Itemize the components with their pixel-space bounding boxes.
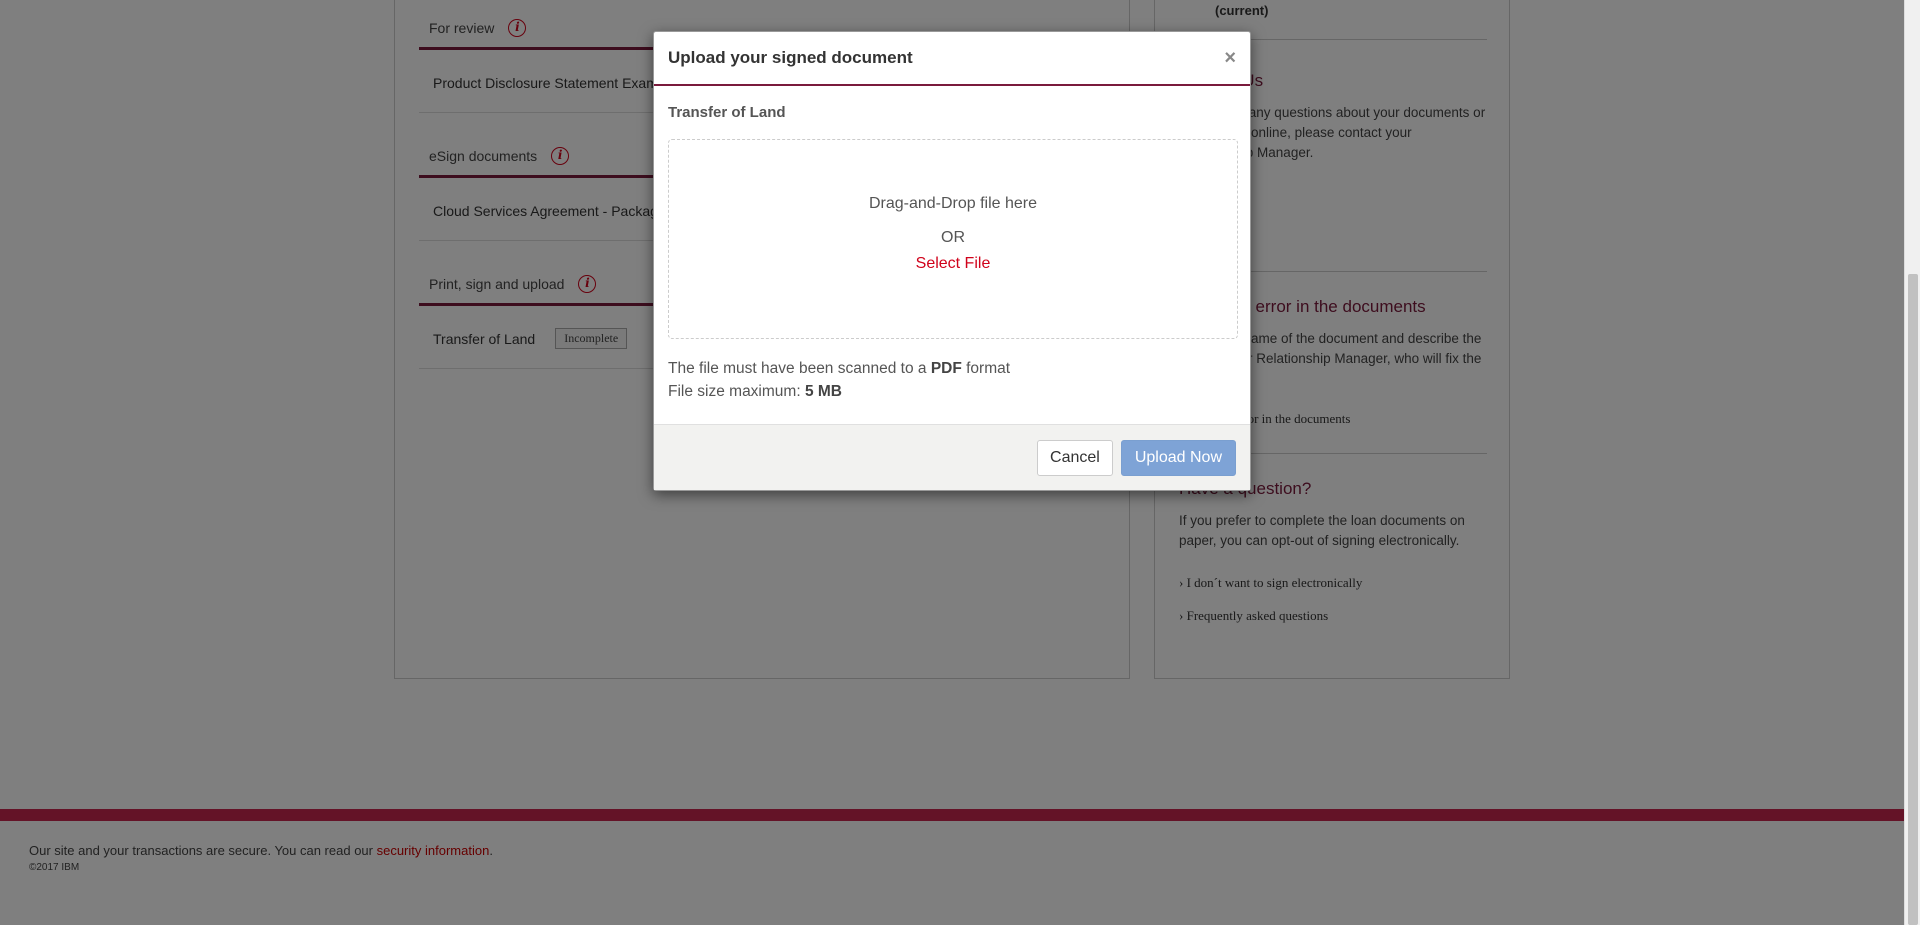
format-hint-text: The file must have been scanned to a	[668, 360, 931, 377]
size-hint-text: File size maximum:	[668, 383, 805, 400]
dialog-body: Transfer of Land Drag-and-Drop file here…	[654, 86, 1250, 403]
dialog-title: Upload your signed document	[668, 48, 913, 67]
select-file-link[interactable]: Select File	[669, 255, 1237, 273]
upload-requirements: The file must have been scanned to a PDF…	[668, 357, 1236, 403]
dialog-footer: Cancel Upload Now	[654, 424, 1250, 490]
dialog-header: Upload your signed document ×	[654, 32, 1250, 86]
size-hint-bold: 5 MB	[804, 383, 842, 400]
upload-now-button[interactable]: Upload Now	[1120, 439, 1236, 476]
format-hint: The file must have been scanned to a PDF…	[668, 357, 1236, 380]
page-scrollbar[interactable]	[1904, 0, 1920, 925]
format-hint-suffix: format	[961, 360, 1011, 377]
format-hint-bold: PDF	[930, 360, 962, 377]
upload-dialog: Upload your signed document × Transfer o…	[653, 31, 1251, 491]
file-dropzone[interactable]: Drag-and-Drop file here OR Select File	[668, 139, 1238, 339]
cancel-button[interactable]: Cancel	[1037, 439, 1113, 476]
or-text: OR	[941, 229, 965, 246]
scrollbar-thumb[interactable]	[1908, 274, 1918, 925]
close-icon[interactable]: ×	[1224, 47, 1236, 70]
size-hint: File size maximum: 5 MB	[668, 380, 1236, 403]
document-name: Transfer of Land	[668, 104, 786, 121]
drag-drop-text: Drag-and-Drop file here	[868, 195, 1038, 212]
